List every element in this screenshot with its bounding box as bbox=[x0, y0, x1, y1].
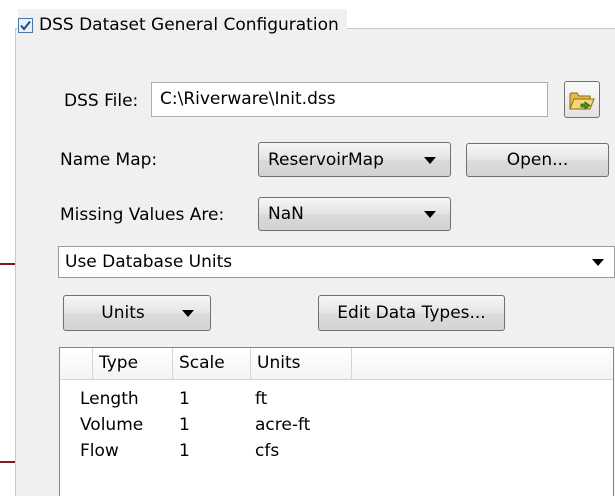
folder-open-icon bbox=[569, 92, 595, 110]
units-menu-label: Units bbox=[101, 303, 145, 323]
group-title: DSS Dataset General Configuration bbox=[39, 15, 339, 35]
name-map-label: Name Map: bbox=[60, 150, 158, 170]
missing-values-label: Missing Values Are: bbox=[60, 205, 225, 225]
cell-scale: 1 bbox=[179, 441, 190, 461]
chevron-down-icon bbox=[182, 310, 194, 317]
name-map-selected: ReservoirMap bbox=[268, 149, 384, 170]
units-table: Type Scale Units Length 1 ft Volume 1 ac… bbox=[59, 347, 614, 496]
chevron-down-icon bbox=[424, 211, 436, 218]
chevron-down-icon bbox=[424, 156, 436, 164]
dss-file-field[interactable]: C:\Riverware\Init.dss bbox=[151, 82, 548, 117]
units-table-header: Type Scale Units bbox=[60, 348, 613, 380]
cell-type: Volume bbox=[80, 415, 144, 435]
dss-file-label: DSS File: bbox=[64, 91, 139, 111]
open-name-map-button[interactable]: Open... bbox=[466, 143, 609, 177]
units-menu-button[interactable]: Units bbox=[63, 295, 211, 331]
groupbox-header: DSS Dataset General Configuration bbox=[18, 9, 347, 41]
dss-dataset-config-panel: DSS Dataset General Configuration DSS Fi… bbox=[0, 0, 615, 496]
column-header-scale[interactable]: Scale bbox=[173, 348, 251, 379]
group-enable-checkbox[interactable] bbox=[18, 17, 33, 33]
table-row[interactable]: Volume 1 acre-ft bbox=[60, 412, 613, 438]
cell-type: Length bbox=[80, 389, 139, 409]
browse-file-button[interactable] bbox=[564, 81, 600, 118]
cell-type: Flow bbox=[80, 441, 119, 461]
edit-data-types-button[interactable]: Edit Data Types... bbox=[318, 295, 505, 331]
cell-units: ft bbox=[255, 389, 268, 409]
table-row[interactable]: Length 1 ft bbox=[60, 386, 613, 412]
units-mode-selected: Use Database Units bbox=[65, 252, 233, 272]
units-mode-dropdown[interactable]: Use Database Units bbox=[58, 246, 615, 278]
checkmark-icon bbox=[20, 20, 31, 31]
cell-units: acre-ft bbox=[255, 415, 311, 435]
cell-units: cfs bbox=[255, 441, 280, 461]
chevron-down-icon bbox=[592, 259, 604, 266]
column-header-units[interactable]: Units bbox=[251, 348, 352, 379]
cell-scale: 1 bbox=[179, 415, 190, 435]
cell-scale: 1 bbox=[179, 389, 190, 409]
name-map-dropdown[interactable]: ReservoirMap bbox=[258, 142, 451, 177]
row-header-corner bbox=[60, 348, 93, 379]
table-row[interactable]: Flow 1 cfs bbox=[60, 438, 613, 464]
column-header-type[interactable]: Type bbox=[93, 348, 173, 379]
missing-values-dropdown[interactable]: NaN bbox=[258, 197, 451, 231]
missing-values-selected: NaN bbox=[268, 204, 304, 224]
